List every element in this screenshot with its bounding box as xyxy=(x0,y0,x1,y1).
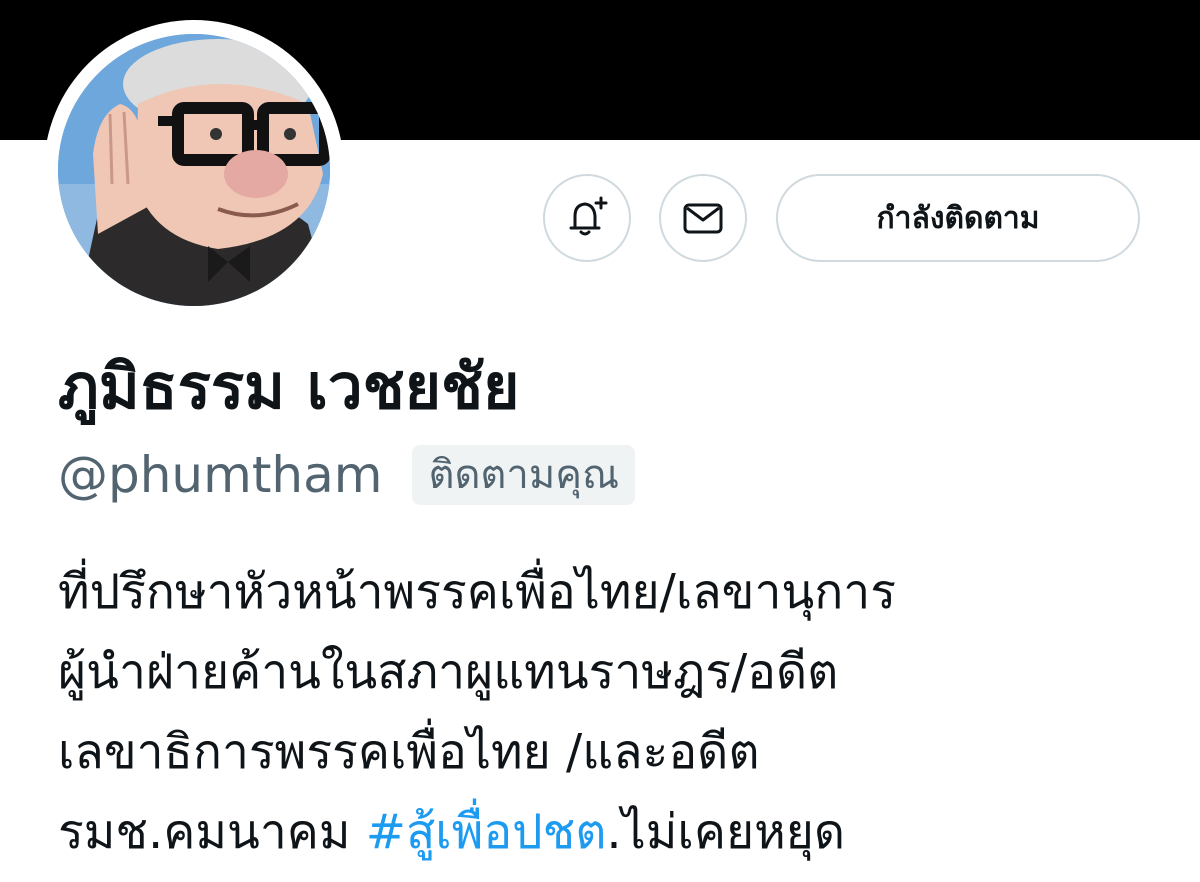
bio-line-1: ที่ปรึกษาหัวหน้าพรรคเพื่อไทย/เลขานุการ xyxy=(58,564,897,620)
envelope-icon xyxy=(683,203,723,234)
message-button[interactable] xyxy=(659,174,747,262)
display-name: ภูมิธรรม เวชยชัย xyxy=(58,350,520,423)
bio-line-4-suffix: .ไม่เคยหยุด xyxy=(606,804,846,860)
following-button[interactable]: กำลังติดตาม xyxy=(776,174,1140,262)
handle-row: @phumtham ติดตามคุณ xyxy=(58,438,636,512)
avatar[interactable] xyxy=(58,34,330,306)
bio-line-4: รมช.คมนาคม #สู้เพื่อปชต.ไม่เคยหยุด xyxy=(58,792,1158,872)
bio-line-4-prefix: รมช.คมนาคม xyxy=(58,804,366,860)
follows-you-badge: ติดตามคุณ xyxy=(412,445,636,505)
profile-page: กำลังติดตาม ภูมิธรรม เวชยชัย @phumtham ต… xyxy=(0,0,1200,882)
following-label: กำลังติดตาม xyxy=(876,200,1040,236)
notify-button[interactable] xyxy=(543,174,631,262)
user-handle: @phumtham xyxy=(58,446,383,504)
profile-bio: ที่ปรึกษาหัวหน้าพรรคเพื่อไทย/เลขานุการ ผ… xyxy=(58,552,1158,872)
bio-line-3: เลขาธิการพรรคเพื่อไทย /และอดีต xyxy=(58,724,760,780)
bio-line-2: ผู้นำฝ่ายค้านในสภาผูแทนราษฎร/อดีต xyxy=(58,644,839,700)
user-avatar-icon xyxy=(58,34,330,306)
hashtag-link[interactable]: #สู้เพื่อปชต xyxy=(366,804,607,860)
bell-plus-icon xyxy=(569,196,608,236)
